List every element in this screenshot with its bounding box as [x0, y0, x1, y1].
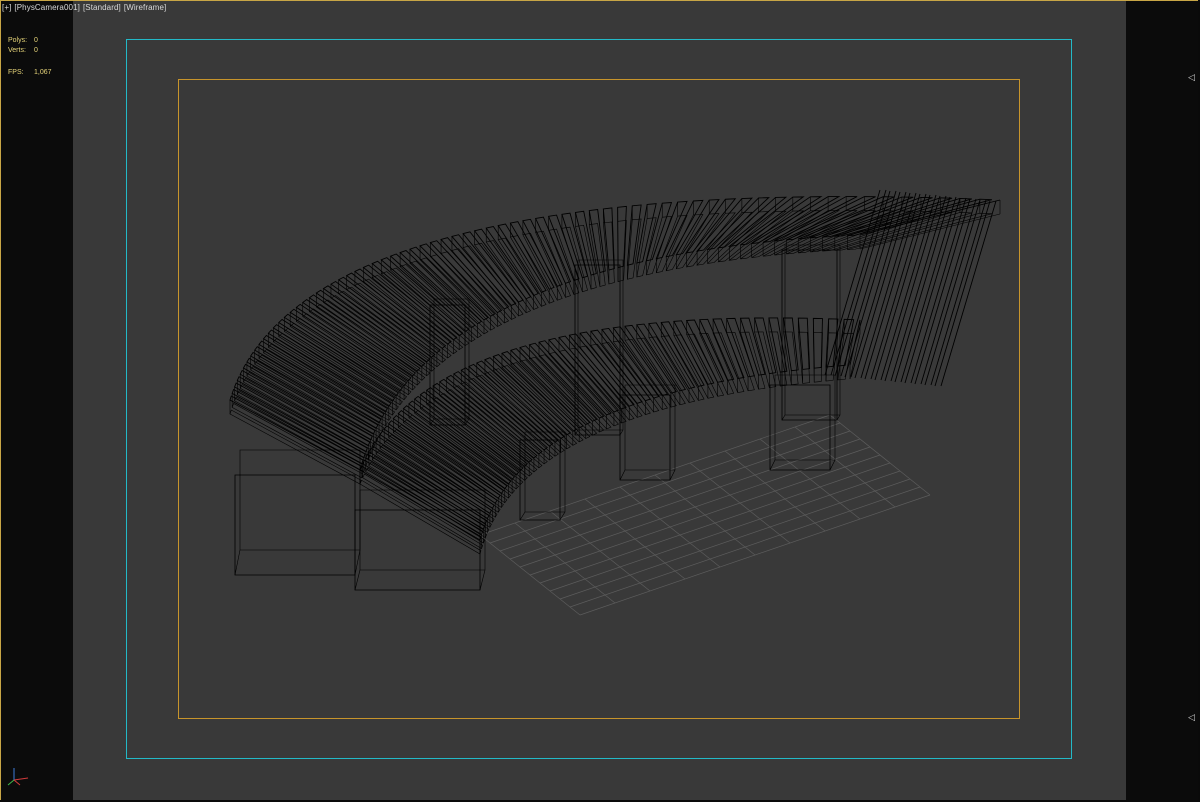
bench-slat	[548, 337, 620, 413]
bench-fan-slat	[930, 199, 987, 386]
bench-slat-bottom	[231, 403, 364, 479]
grid-line	[569, 486, 921, 608]
bench-fan-slat	[854, 192, 911, 379]
triangle-left-icon[interactable]: ◁	[1188, 713, 1195, 723]
bench-slat	[673, 320, 715, 385]
bench-support-edge	[619, 469, 626, 481]
bench-slat	[825, 318, 839, 368]
fps-value: 1,067	[34, 69, 52, 76]
bench-support-edge	[781, 414, 786, 421]
bench-slat-bottom	[548, 352, 619, 427]
wireframe-scene[interactable]	[0, 0, 1200, 802]
verts-value: 0	[34, 47, 38, 54]
bench-support-edge	[669, 469, 676, 481]
polys-label: Polys:	[8, 37, 28, 44]
bench-support-edge	[619, 429, 624, 436]
bench-fan-slat	[900, 196, 957, 383]
bench-slat	[509, 221, 555, 290]
bench-slat	[617, 205, 627, 269]
bench-support	[234, 474, 356, 576]
curved-bench-wireframe[interactable]	[229, 189, 1001, 591]
bench-slat	[519, 345, 598, 422]
bench-slat	[753, 317, 777, 375]
polys-value: 0	[34, 37, 38, 44]
bench-slat-bottom	[229, 409, 362, 485]
bench-slat	[822, 197, 953, 238]
bench-slat-bottom	[706, 211, 770, 264]
bench-slat	[812, 317, 823, 369]
grid-line	[559, 478, 911, 600]
bench-fan-slat	[884, 195, 941, 382]
bench-slat	[389, 253, 476, 329]
bench-support-edge	[559, 511, 566, 521]
bench-fan-slat	[934, 200, 991, 387]
triangle-left-icon[interactable]: ◁	[1188, 73, 1195, 83]
fps-label: FPS:	[8, 69, 24, 76]
grid-line	[529, 454, 881, 576]
grid-line	[579, 494, 931, 616]
bench-slat-bottom	[548, 228, 580, 295]
bench-slat-bottom	[462, 245, 524, 317]
bench-support	[769, 384, 831, 471]
bench-support-edge	[354, 569, 361, 591]
bench-support-edge	[234, 549, 241, 576]
bench-slat-bottom	[822, 211, 953, 252]
bench-slat	[322, 285, 431, 363]
bench-support-edge	[479, 569, 486, 591]
grid-line	[519, 446, 871, 568]
bench-fan-slat	[894, 196, 951, 383]
viewport-label-bar: [+] [PhysCamera001] [Standard] [Wireframe]	[2, 3, 169, 12]
display-mode-label[interactable]: [Wireframe]	[124, 3, 166, 12]
bench-support-edge	[354, 549, 361, 576]
grid-floor	[479, 414, 931, 616]
verts-label: Verts:	[8, 47, 26, 54]
fps-stat: FPS: 1,067	[8, 69, 52, 76]
bench-support-back	[239, 449, 361, 551]
shading-mode-label[interactable]: [Standard]	[83, 3, 121, 12]
bench-support-back	[774, 374, 836, 461]
viewport-menu-label[interactable]: [+]	[2, 3, 11, 12]
bench-fan-slat	[940, 200, 997, 387]
verts-stat: Verts: 0	[8, 47, 38, 54]
grid-line	[509, 438, 861, 560]
xyz-axis-icon	[7, 768, 29, 786]
bench-support-edge	[836, 414, 841, 421]
grid-line	[479, 414, 831, 536]
bench-slat	[727, 196, 805, 247]
bench-support-edge	[519, 511, 526, 521]
bench-fan-slat	[910, 197, 967, 384]
grid-line	[539, 462, 891, 584]
polys-stat: Polys: 0	[8, 37, 38, 44]
grid-line	[489, 422, 841, 544]
bench-slat	[579, 331, 643, 404]
grid-line	[549, 470, 901, 592]
bench-support-edge	[829, 459, 836, 471]
bench-fan-slat	[924, 199, 981, 386]
bench-fan-slat	[904, 197, 961, 384]
camera-label[interactable]: [PhysCamera001]	[14, 3, 80, 12]
bench-slat	[665, 199, 704, 258]
